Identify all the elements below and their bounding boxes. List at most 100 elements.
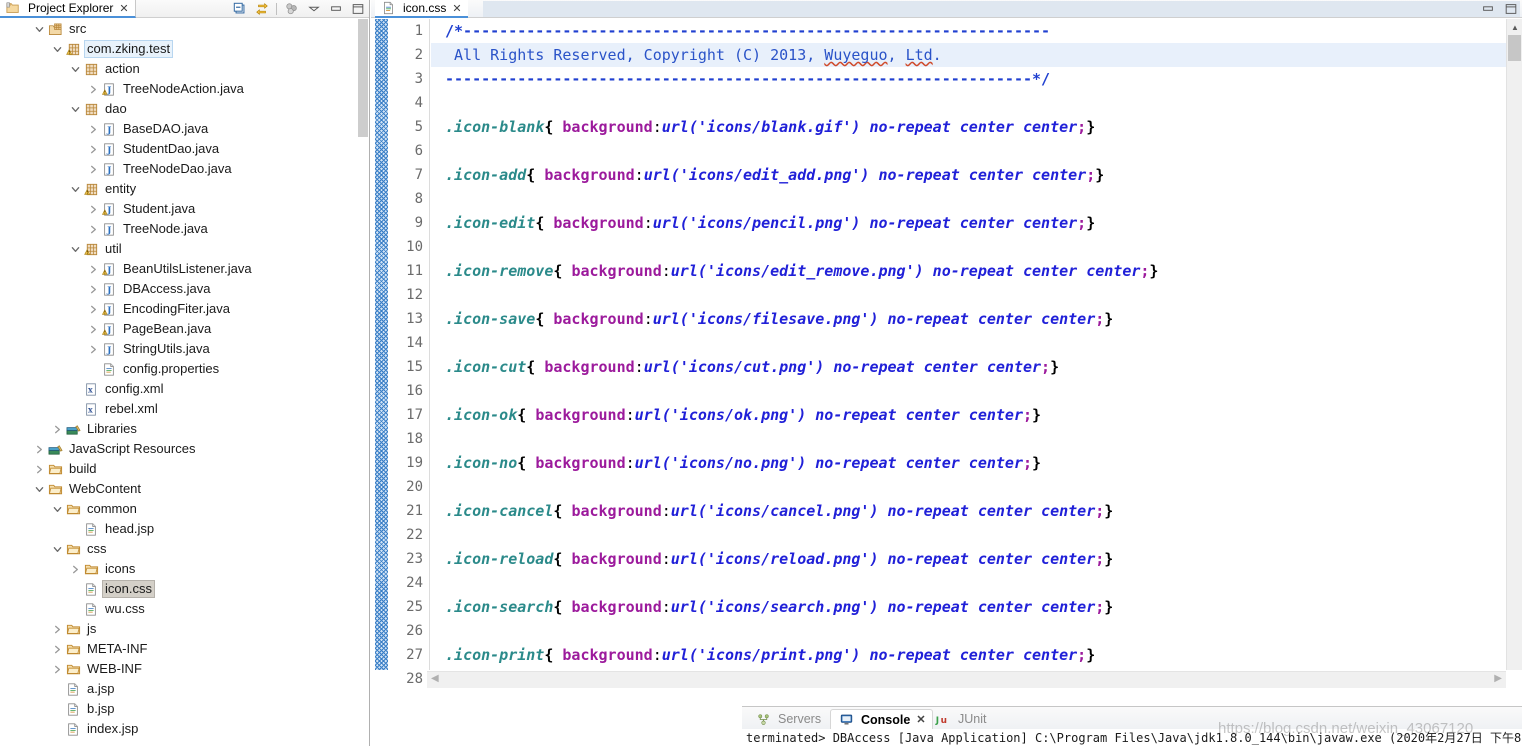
explorer-scrollbar[interactable]: ▲ — [357, 19, 369, 746]
chevron-down-icon[interactable] — [32, 19, 46, 39]
tree-item-student-java[interactable]: J ! Student.java — [0, 199, 357, 219]
chevron-down-icon[interactable] — [68, 179, 82, 199]
code-line[interactable]: .icon-no{ background:url('icons/no.png')… — [431, 451, 1506, 475]
tree-item-build[interactable]: build — [0, 459, 357, 479]
tree-item-wu-css[interactable]: wu.css — [0, 599, 357, 619]
tab-junit[interactable]: J u JUnit — [928, 709, 992, 729]
tree-item-util[interactable]: ! util — [0, 239, 357, 259]
tree-item-a-jsp[interactable]: a.jsp — [0, 679, 357, 699]
code-line[interactable]: .icon-cut{ background:url('icons/cut.png… — [431, 355, 1506, 379]
code-text[interactable]: /*--------------------------------------… — [431, 19, 1506, 670]
code-line[interactable]: .icon-blank{ background:url('icons/blank… — [431, 115, 1506, 139]
tree-item-studentdao-java[interactable]: J StudentDao.java — [0, 139, 357, 159]
view-menu-icon[interactable] — [284, 2, 299, 17]
tree-item-common[interactable]: common — [0, 499, 357, 519]
explorer-scroll-thumb[interactable] — [358, 19, 368, 137]
code-line[interactable] — [431, 331, 1506, 355]
tree-item-encodingfiter-java[interactable]: J ! EncodingFiter.java — [0, 299, 357, 319]
close-icon[interactable]: ✕ — [452, 2, 461, 15]
chevron-right-icon[interactable] — [68, 559, 82, 579]
chevron-down-icon[interactable] — [32, 479, 46, 499]
tree-item-src[interactable]: src — [0, 19, 357, 39]
code-line[interactable] — [431, 427, 1506, 451]
tree-item-dbaccess-java[interactable]: J DBAccess.java — [0, 279, 357, 299]
tree-item-javascript-resources[interactable]: JavaScript Resources — [0, 439, 357, 459]
code-line[interactable] — [431, 523, 1506, 547]
chevron-down-icon[interactable] — [50, 539, 64, 559]
tree-item-b-jsp[interactable]: b.jsp — [0, 699, 357, 719]
tree-item-config-xml[interactable]: x config.xml — [0, 379, 357, 399]
tree-item-icons[interactable]: icons — [0, 559, 357, 579]
tree-item-css[interactable]: css — [0, 539, 357, 559]
tree-item-icon-css[interactable]: icon.css — [0, 579, 357, 599]
chevron-down-icon[interactable] — [68, 59, 82, 79]
chevron-right-icon[interactable] — [50, 619, 64, 639]
close-icon[interactable]: ✕ — [119, 2, 128, 15]
tab-console[interactable]: Console ✕ — [830, 709, 933, 729]
code-line[interactable]: .icon-remove{ background:url('icons/edit… — [431, 259, 1506, 283]
tree-item-treenodedao-java[interactable]: J TreeNodeDao.java — [0, 159, 357, 179]
code-line[interactable] — [431, 139, 1506, 163]
code-line[interactable] — [431, 91, 1506, 115]
tree-item-libraries[interactable]: Libraries — [0, 419, 357, 439]
chevron-right-icon[interactable] — [86, 199, 100, 219]
code-line[interactable]: .icon-save{ background:url('icons/filesa… — [431, 307, 1506, 331]
code-line[interactable] — [431, 187, 1506, 211]
close-icon[interactable]: ✕ — [916, 713, 925, 726]
tree-item-web-inf[interactable]: WEB-INF — [0, 659, 357, 679]
editor-horizontal-scrollbar[interactable]: ◀ ▶ — [427, 671, 1506, 688]
tree-item-webcontent[interactable]: WebContent — [0, 479, 357, 499]
chevron-down-icon[interactable] — [50, 39, 64, 59]
chevron-right-icon[interactable] — [86, 259, 100, 279]
code-line[interactable] — [431, 619, 1506, 643]
code-line[interactable]: .icon-cancel{ background:url('icons/canc… — [431, 499, 1506, 523]
scroll-right-icon[interactable]: ▶ — [1494, 673, 1502, 684]
tree-item-stringutils-java[interactable]: J StringUtils.java — [0, 339, 357, 359]
code-line[interactable]: .icon-ok{ background:url('icons/ok.png')… — [431, 403, 1506, 427]
code-line[interactable]: ----------------------------------------… — [431, 67, 1506, 91]
chevron-right-icon[interactable] — [86, 299, 100, 319]
link-with-editor-icon[interactable] — [254, 2, 269, 17]
chevron-right-icon[interactable] — [32, 439, 46, 459]
minimize-icon[interactable] — [328, 2, 343, 17]
chevron-right-icon[interactable] — [86, 139, 100, 159]
chevron-down-icon[interactable] — [306, 2, 321, 17]
tree-item-rebel-xml[interactable]: x rebel.xml — [0, 399, 357, 419]
chevron-right-icon[interactable] — [86, 339, 100, 359]
editor-scroll-thumb[interactable] — [1508, 35, 1521, 61]
tree-item-com-zking-test[interactable]: ! com.zking.test — [0, 39, 357, 59]
project-tree[interactable]: src ! com.zking.test action J ! TreeNodeAc… — [0, 19, 357, 746]
chevron-right-icon[interactable] — [50, 639, 64, 659]
tree-item-meta-inf[interactable]: META-INF — [0, 639, 357, 659]
chevron-right-icon[interactable] — [32, 459, 46, 479]
chevron-right-icon[interactable] — [50, 659, 64, 679]
minimize-icon[interactable] — [1480, 2, 1495, 17]
tree-item-config-properties[interactable]: config.properties — [0, 359, 357, 379]
tree-item-head-jsp[interactable]: head.jsp — [0, 519, 357, 539]
maximize-icon[interactable] — [1503, 2, 1518, 17]
tree-item-dao[interactable]: dao — [0, 99, 357, 119]
code-line[interactable] — [431, 235, 1506, 259]
chevron-right-icon[interactable] — [86, 319, 100, 339]
code-line[interactable]: .icon-reload{ background:url('icons/relo… — [431, 547, 1506, 571]
tree-item-action[interactable]: action — [0, 59, 357, 79]
tree-item-entity[interactable]: ! entity — [0, 179, 357, 199]
code-line[interactable]: .icon-print{ background:url('icons/print… — [431, 643, 1506, 667]
chevron-right-icon[interactable] — [86, 79, 100, 99]
code-editor[interactable]: 1 2 3 4 5 6 7 8 9 10 11 12 13 14 15 16 17 18 19 20 21 22 23 24 2… — [371, 19, 1522, 688]
chevron-right-icon[interactable] — [86, 119, 100, 139]
tab-servers[interactable]: Servers — [748, 709, 827, 729]
tree-item-treenodeaction-java[interactable]: J ! TreeNodeAction.java — [0, 79, 357, 99]
scroll-left-icon[interactable]: ◀ — [431, 673, 439, 684]
chevron-right-icon[interactable] — [86, 159, 100, 179]
code-line[interactable]: .icon-add{ background:url('icons/edit_ad… — [431, 163, 1506, 187]
code-line[interactable] — [431, 283, 1506, 307]
chevron-right-icon[interactable] — [86, 219, 100, 239]
tab-project-explorer[interactable]: Project Explorer ✕ — [0, 0, 136, 18]
chevron-down-icon[interactable] — [68, 99, 82, 119]
chevron-right-icon[interactable] — [86, 279, 100, 299]
code-line[interactable]: /*--------------------------------------… — [431, 19, 1506, 43]
scroll-up-icon[interactable]: ▲ — [1510, 21, 1520, 33]
tab-icon-css[interactable]: icon.css ✕ — [375, 0, 468, 18]
code-line[interactable] — [431, 379, 1506, 403]
